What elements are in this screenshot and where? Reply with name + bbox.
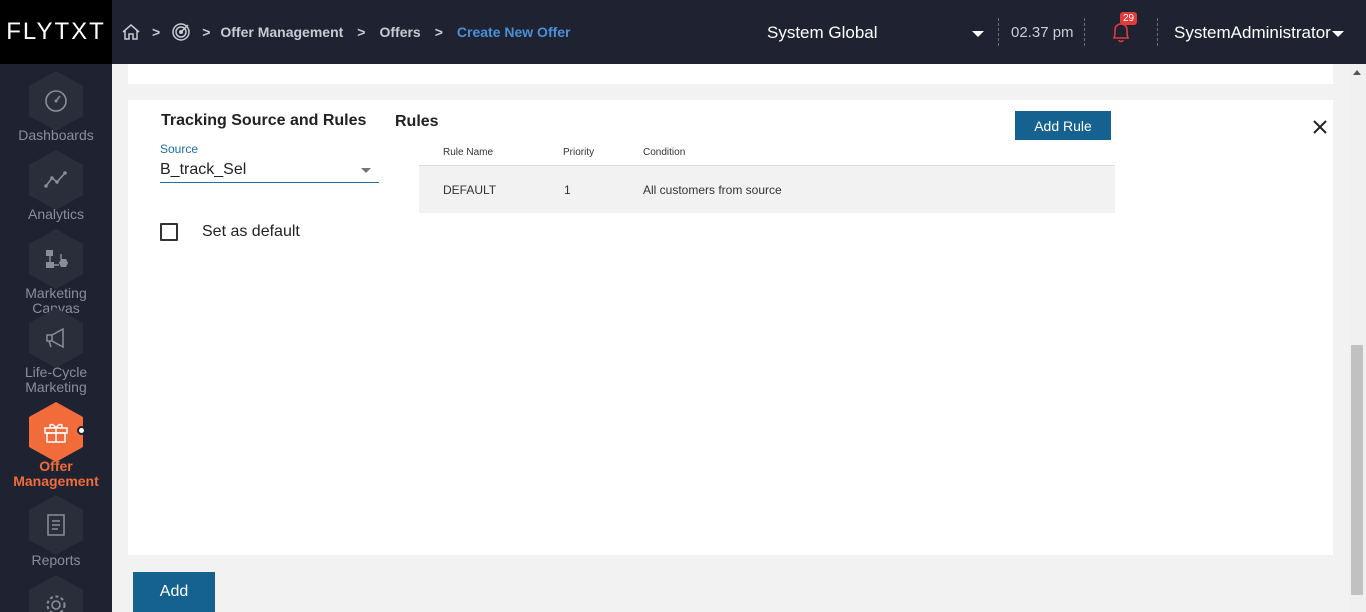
sidebar-item-analytics[interactable]: Analytics — [0, 207, 112, 222]
source-underline — [160, 182, 379, 183]
caret-down-icon[interactable] — [361, 168, 371, 173]
chevron-right-icon: > — [152, 24, 161, 40]
megaphone-icon[interactable] — [29, 308, 83, 368]
rules-title: Rules — [395, 113, 439, 130]
breadcrumb-offers[interactable]: Offers — [379, 24, 420, 40]
sidebar-item-reports[interactable]: Reports — [0, 553, 112, 568]
clock-time: 02.37 pm — [1011, 24, 1074, 41]
scroll-up-icon[interactable] — [1353, 70, 1361, 75]
breadcrumb-offer-management[interactable]: Offer Management — [220, 24, 343, 40]
chevron-right-icon: > — [357, 24, 366, 40]
divider — [1084, 18, 1085, 46]
previous-section-card — [128, 64, 1333, 84]
context-selector[interactable]: System Global — [767, 23, 878, 43]
target-icon[interactable] — [170, 21, 192, 43]
line-chart-icon[interactable] — [29, 150, 83, 210]
notification-badge: 29 — [1120, 12, 1138, 25]
column-header-rule-name: Rule Name — [443, 147, 494, 158]
condition-cell: All customers from source — [643, 183, 782, 197]
active-indicator — [77, 426, 86, 435]
sidebar: Dashboards Analytics Marketing Canvas Li… — [0, 64, 112, 612]
sidebar-item-dashboards[interactable]: Dashboards — [0, 128, 112, 143]
top-bar: FLYTXT > > Offer Management > Offers > C… — [0, 0, 1366, 64]
tracking-source-card: Tracking Source and Rules Source B_track… — [128, 100, 1333, 555]
add-button[interactable]: Add — [133, 572, 215, 612]
gauge-icon[interactable] — [29, 71, 83, 131]
user-menu[interactable]: SystemAdministrator — [1174, 23, 1331, 43]
table-header: Rule Name Priority Condition — [419, 144, 1115, 166]
flow-icon[interactable] — [29, 229, 83, 289]
logo[interactable]: FLYTXT — [0, 0, 112, 64]
rule-name-cell: DEFAULT — [443, 183, 497, 197]
breadcrumb: > > Offer Management > Offers > Create N… — [120, 20, 571, 44]
table-row[interactable]: DEFAULT 1 All customers from source — [419, 166, 1115, 213]
set-default-checkbox[interactable] — [160, 223, 178, 241]
divider — [1157, 18, 1158, 46]
sidebar-item-offer-management[interactable]: Offer Management — [0, 459, 112, 489]
home-icon[interactable] — [120, 21, 142, 43]
priority-cell: 1 — [564, 183, 571, 197]
divider — [998, 18, 999, 46]
caret-down-icon[interactable] — [972, 31, 984, 37]
column-header-priority: Priority — [563, 147, 595, 158]
scrollbar-thumb[interactable] — [1351, 345, 1363, 595]
add-rule-button[interactable]: Add Rule — [1015, 111, 1111, 140]
source-label: Source — [160, 142, 199, 156]
close-icon[interactable] — [1311, 118, 1329, 136]
chevron-right-icon: > — [202, 24, 211, 40]
gear-icon[interactable] — [29, 575, 83, 612]
chevron-right-icon: > — [434, 24, 443, 40]
gift-icon[interactable] — [29, 402, 83, 462]
set-default-label[interactable]: Set as default — [202, 223, 300, 241]
breadcrumb-create-new-offer: Create New Offer — [456, 24, 571, 40]
section-title: Tracking Source and Rules — [161, 112, 367, 129]
caret-down-icon[interactable] — [1332, 31, 1344, 37]
source-select[interactable]: B_track_Sel — [160, 161, 246, 179]
column-header-condition: Condition — [643, 147, 686, 158]
sidebar-item-life-cycle-marketing[interactable]: Life-Cycle Marketing — [0, 365, 112, 395]
report-icon[interactable] — [29, 495, 83, 555]
